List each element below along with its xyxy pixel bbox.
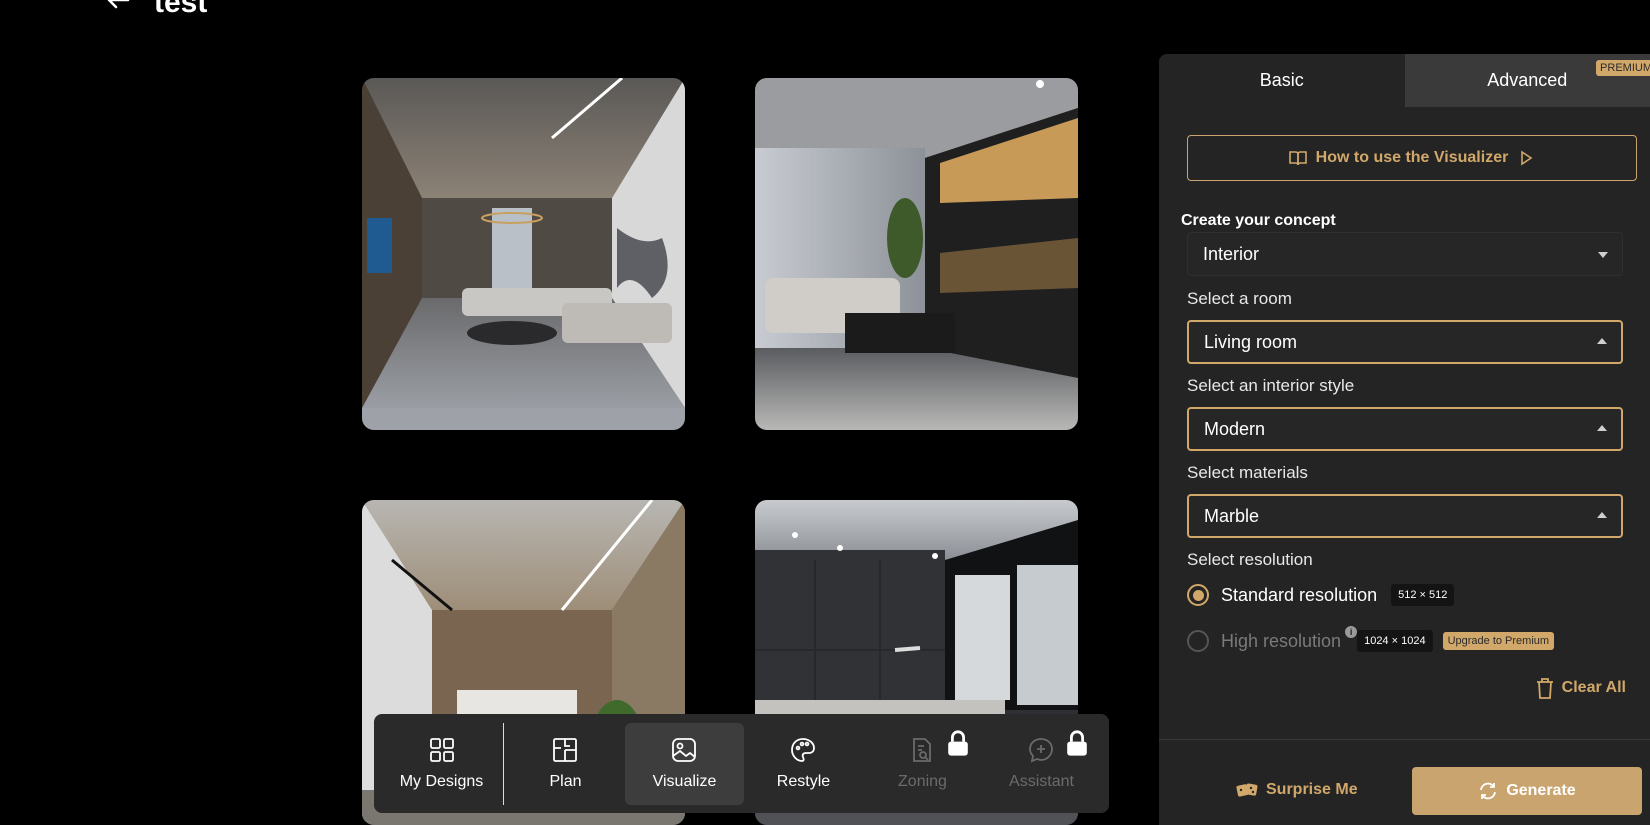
generate-button[interactable]: Generate: [1412, 767, 1642, 815]
concept-label: Create your concept: [1181, 212, 1336, 229]
toolbar-divider: [503, 722, 504, 805]
high-size-badge: 1024 × 1024: [1357, 630, 1433, 652]
tab-advanced-label: Advanced: [1487, 70, 1568, 90]
palette-icon: [791, 738, 816, 762]
radio-unselected[interactable]: [1187, 630, 1209, 652]
tool-visualize-label: Visualize: [652, 773, 717, 790]
lock-icon: [948, 729, 968, 756]
surprise-me-label: Surprise Me: [1266, 781, 1358, 798]
clear-all-label: Clear All: [1561, 679, 1626, 696]
materials-label: Select materials: [1187, 463, 1308, 482]
refresh-icon: [1480, 782, 1497, 800]
grid-icon: [429, 738, 454, 762]
tool-restyle-label: Restyle: [776, 773, 831, 790]
concept-select[interactable]: Interior: [1187, 232, 1623, 276]
tool-assistant[interactable]: Assistant: [982, 723, 1101, 805]
how-to-button[interactable]: How to use the Visualizer: [1187, 135, 1637, 181]
floorplan-icon: [553, 738, 578, 762]
gallery-image-1[interactable]: [362, 78, 685, 430]
back-arrow-icon[interactable]: [104, 0, 132, 14]
materials-select[interactable]: Marble: [1187, 494, 1623, 538]
tool-plan-label: Plan: [549, 773, 582, 790]
generate-label: Generate: [1506, 782, 1576, 799]
high-resolution-label: High resolution: [1221, 630, 1342, 651]
gallery-image-2[interactable]: [755, 78, 1078, 430]
chevron-up-icon: [1597, 425, 1607, 431]
chevron-up-icon: [1597, 512, 1607, 518]
tool-zoning[interactable]: Zoning: [863, 723, 982, 805]
style-label: Select an interior style: [1187, 376, 1355, 395]
panel-tabs: Basic Advanced PREMIUM: [1159, 54, 1650, 107]
page-title: test: [154, 0, 208, 19]
tool-plan[interactable]: Plan: [506, 723, 625, 805]
concept-value: Interior: [1203, 243, 1260, 264]
room-select[interactable]: Living room: [1187, 320, 1623, 364]
standard-size-badge: 512 × 512: [1391, 584, 1455, 606]
chevron-up-icon: [1597, 338, 1607, 344]
materials-value: Marble: [1204, 505, 1260, 526]
high-resolution-option[interactable]: High resolution i 1024 × 1024 Upgrade to…: [1187, 626, 1555, 652]
clear-all-button[interactable]: Clear All: [1534, 676, 1626, 700]
bottom-toolbar: My Designs Plan Visualize Restyle Zoning…: [374, 714, 1109, 813]
image-icon: [672, 738, 697, 762]
info-icon[interactable]: i: [1345, 626, 1358, 638]
dice-icon: [1236, 783, 1258, 797]
tool-assistant-label: Assistant: [1009, 773, 1074, 790]
tab-advanced[interactable]: Advanced PREMIUM: [1404, 54, 1650, 107]
tool-my-designs[interactable]: My Designs: [382, 723, 501, 805]
tab-basic[interactable]: Basic: [1159, 54, 1405, 107]
style-value: Modern: [1204, 418, 1266, 439]
premium-badge: PREMIUM: [1596, 60, 1650, 76]
lock-icon: [1067, 729, 1087, 756]
room-value: Living room: [1204, 331, 1298, 352]
upgrade-badge[interactable]: Upgrade to Premium: [1442, 632, 1555, 650]
chat-plus-icon: [1029, 738, 1054, 763]
book-icon: [1288, 151, 1307, 166]
how-to-label: How to use the Visualizer: [1315, 149, 1509, 166]
tool-zoning-label: Zoning: [898, 773, 947, 790]
document-search-icon: [913, 738, 932, 762]
play-icon: [1521, 150, 1533, 166]
tool-my-designs-label: My Designs: [399, 773, 484, 790]
tool-restyle[interactable]: Restyle: [744, 723, 863, 805]
tool-visualize[interactable]: Visualize: [624, 722, 744, 805]
resolution-label: Select resolution: [1187, 550, 1313, 569]
page: test My Designs Plan Visualize Restyle Z…: [0, 0, 1650, 825]
settings-panel: Basic Advanced PREMIUM How to use the Vi…: [1159, 54, 1650, 825]
standard-resolution-label: Standard resolution: [1221, 584, 1378, 605]
panel-divider: [1159, 739, 1650, 740]
room-label: Select a room: [1187, 289, 1292, 308]
standard-resolution-option[interactable]: Standard resolution 512 × 512: [1187, 584, 1455, 606]
radio-selected[interactable]: [1187, 584, 1209, 606]
chevron-down-icon: [1598, 252, 1608, 258]
style-select[interactable]: Modern: [1187, 407, 1623, 451]
surprise-me-button[interactable]: Surprise Me: [1236, 781, 1358, 799]
trash-icon: [1536, 678, 1553, 699]
